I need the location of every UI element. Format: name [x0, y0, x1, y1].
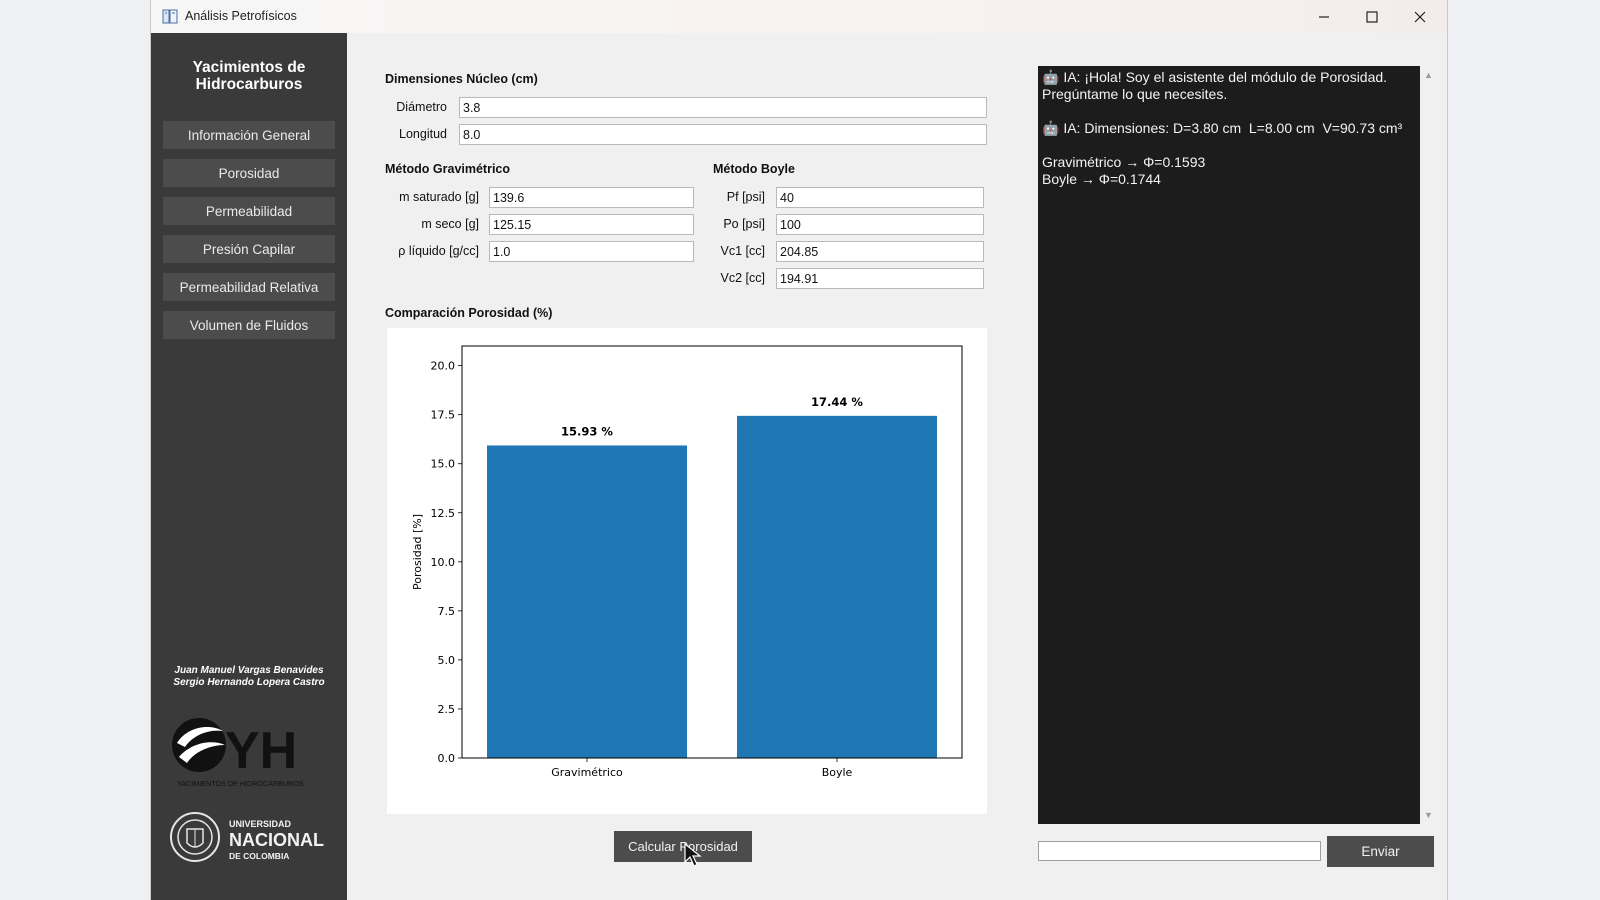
- m-seco-input[interactable]: [489, 214, 694, 235]
- vc1-label: Vc1 [cc]: [720, 244, 765, 258]
- book-icon: [162, 9, 178, 24]
- yh-letters: YH: [225, 722, 297, 780]
- author-2: Sergio Hernando Lopera Castro: [173, 677, 325, 688]
- m-saturado-label: m saturado [g]: [399, 190, 479, 204]
- y-tick-label: 15.0: [431, 458, 456, 471]
- nav-permeabilidad-relativa[interactable]: Permeabilidad Relativa: [163, 273, 335, 301]
- minimize-button[interactable]: [1301, 0, 1347, 33]
- m-seco-label: m seco [g]: [421, 217, 479, 231]
- po-input[interactable]: [776, 214, 984, 235]
- scroll-down-arrow-icon[interactable]: ▼: [1424, 810, 1433, 820]
- nav-label: Presión Capilar: [202, 241, 296, 257]
- y-tick-label: 2.5: [438, 703, 456, 716]
- nav-volumen-fluidos[interactable]: Volumen de Fluidos: [163, 311, 335, 339]
- send-button[interactable]: Enviar: [1327, 836, 1434, 867]
- vc2-label: Vc2 [cc]: [720, 271, 765, 285]
- m-saturado-input[interactable]: [489, 187, 694, 208]
- x-tick-label: Boyle: [822, 766, 853, 779]
- chat-messages: 🤖 IA: ¡Hola! Soy el asistente del módulo…: [1042, 69, 1403, 187]
- y-tick-label: 17.5: [431, 409, 456, 422]
- y-tick-label: 5.0: [438, 654, 456, 667]
- pf-label: Pf [psi]: [726, 190, 765, 204]
- diameter-input[interactable]: [459, 97, 987, 118]
- core-title: Dimensiones Núcleo (cm): [385, 72, 538, 86]
- x-tick-label: Gravimétrico: [551, 766, 623, 779]
- vc1-input[interactable]: [776, 241, 984, 262]
- boyle-title: Método Boyle: [713, 162, 795, 176]
- brand-text: Yacimientos de Hidrocarburos: [192, 59, 306, 93]
- length-label: Longitud: [399, 127, 447, 141]
- mouse-cursor-icon: [684, 842, 702, 867]
- maximize-button[interactable]: [1349, 0, 1395, 33]
- nav-label: Porosidad: [218, 165, 280, 181]
- pf-input[interactable]: [776, 187, 984, 208]
- nav-label: Información General: [187, 127, 311, 143]
- chat-log[interactable]: 🤖 IA: ¡Hola! Soy el asistente del módulo…: [1038, 66, 1420, 824]
- y-tick-label: 20.0: [431, 360, 456, 373]
- authors: Juan Manuel Vargas Benavides Sergio Hern…: [151, 665, 347, 689]
- nav-informacion-general[interactable]: Información General: [163, 121, 335, 149]
- y-tick-label: 12.5: [431, 507, 456, 520]
- nav-porosidad[interactable]: Porosidad: [163, 159, 335, 187]
- chat-input[interactable]: [1038, 841, 1321, 861]
- y-tick-label: 0.0: [438, 752, 456, 765]
- brand-title: Yacimientos de Hidrocarburos: [151, 59, 347, 93]
- unal-logo: UNIVERSIDAD NACIONAL DE COLOMBIA: [170, 812, 324, 862]
- close-icon: [1414, 11, 1426, 22]
- unal-line2: NACIONAL: [229, 830, 324, 850]
- unal-line1: UNIVERSIDAD: [229, 819, 292, 829]
- scroll-up-arrow-icon[interactable]: ▲: [1424, 70, 1433, 80]
- sidebar: Yacimientos de Hidrocarburos Información…: [151, 33, 347, 900]
- close-button[interactable]: [1397, 0, 1443, 33]
- yh-logo: YH YACIMIENTOS DE HIDROCARBUROS: [172, 718, 304, 788]
- nav-label: Permeabilidad: [205, 203, 293, 219]
- nav-label: Permeabilidad Relativa: [179, 279, 319, 295]
- bar-value-label: 15.93 %: [561, 424, 613, 438]
- yh-caption: YACIMIENTOS DE HIDROCARBUROS: [177, 779, 304, 788]
- length-input[interactable]: [459, 124, 987, 145]
- rho-liquido-label: ρ líquido [g/cc]: [398, 244, 479, 258]
- title-bar: Análisis Petrofísicos: [151, 0, 1447, 33]
- unal-line3: DE COLOMBIA: [229, 851, 289, 861]
- y-tick-label: 7.5: [438, 605, 456, 618]
- nav-label: Volumen de Fluidos: [189, 317, 309, 333]
- gravimetric-title: Método Gravimétrico: [385, 162, 511, 176]
- diameter-label: Diámetro: [396, 100, 447, 114]
- nav-permeabilidad[interactable]: Permeabilidad: [163, 197, 335, 225]
- rho-liquido-input[interactable]: [489, 241, 694, 262]
- window-title: Análisis Petrofísicos: [185, 9, 297, 23]
- send-label: Enviar: [1361, 844, 1400, 859]
- app-window: Análisis Petrofísicos Yacimientos de Hid…: [150, 0, 1448, 900]
- y-tick-label: 10.0: [431, 556, 456, 569]
- bar-value-label: 17.44 %: [811, 395, 863, 409]
- main-panel: Dimensiones Núcleo (cm) Diámetro Longitu…: [347, 33, 1027, 900]
- bar-boyle: [737, 415, 937, 758]
- bar-gravimetrico: [487, 445, 687, 758]
- y-axis-label: Porosidad [%]: [411, 514, 424, 590]
- minimize-icon: [1319, 15, 1329, 18]
- vc2-input[interactable]: [776, 268, 984, 289]
- porosity-chart: 0.0 2.5 5.0 7.5 10.0 12.5 15.0 17.5 20.0 15.93 % G…: [387, 328, 987, 814]
- author-1: Juan Manuel Vargas Benavides: [174, 665, 324, 676]
- po-label: Po [psi]: [723, 217, 765, 231]
- nav-presion-capilar[interactable]: Presión Capilar: [163, 235, 335, 263]
- porosity-bar-chart: 0.0 2.5 5.0 7.5 10.0 12.5 15.0 17.5 20.0 15.93 % G…: [411, 345, 963, 779]
- chart-title: Comparación Porosidad (%): [385, 306, 553, 320]
- maximize-icon: [1366, 10, 1378, 23]
